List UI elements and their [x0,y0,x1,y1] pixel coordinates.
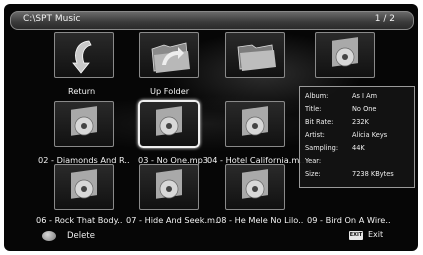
music-disc-icon [242,169,268,199]
title-bar: C:\SPT Music 1 / 2 [10,11,414,30]
title-value: No One [352,105,377,113]
page-indicator: 1 / 2 [374,14,395,24]
file-tile-04[interactable] [225,101,285,147]
return-label: Return [68,86,96,96]
music-disc-icon [71,106,97,136]
media-browser-screen: C:\SPT Music 1 / 2 Return Up Folder 02 -… [4,4,418,251]
folder-path: C:\SPT Music [23,14,81,24]
title-key: Title: [305,105,322,113]
track-info-panel: Album: As I Am Title: No One Bit Rate: 2… [299,86,415,188]
file-tile-07[interactable] [139,164,199,210]
file-tile-03-selected[interactable] [138,100,200,148]
exit-key-icon[interactable]: EXIT [349,231,363,240]
return-tile[interactable] [54,32,114,78]
folder-icon [237,44,276,71]
size-key: Size: [305,170,321,178]
artist-key: Artist: [305,131,325,139]
file-label-07: 07 - Hide And Seek.m.. [126,215,221,225]
file-label-08: 08 - He Mele No Lilo.. [216,215,304,225]
music-disc-icon [156,106,182,136]
file-label-06: 06 - Rock That Body.. [36,215,123,225]
delete-label: Delete [67,231,95,241]
disc-icon [332,37,358,67]
up-folder-icon [151,42,190,73]
file-tile-06[interactable] [54,164,114,210]
exit-label: Exit [368,230,384,239]
size-value: 7238 KBytes [352,170,394,178]
delete-button-icon[interactable] [42,231,56,241]
file-tile-02[interactable] [54,101,114,147]
return-arrow-icon [72,40,92,74]
up-folder-tile[interactable] [139,32,199,78]
file-label-09: 09 - Bird On A Wire.. [307,215,391,225]
bitrate-key: Bit Rate: [305,118,334,126]
year-key: Year: [305,157,322,165]
sampling-value: 44K [352,144,365,152]
file-tile-08[interactable] [225,164,285,210]
bitrate-value: 232K [352,118,369,126]
album-value: As I Am [352,92,378,100]
music-disc-icon [242,106,268,136]
folder-tile[interactable] [225,32,285,78]
music-disc-icon [156,169,182,199]
artist-value: Alicia Keys [352,131,388,139]
up-folder-label: Up Folder [150,86,190,96]
sampling-key: Sampling: [305,144,339,152]
album-key: Album: [305,92,329,100]
music-disc-icon [71,169,97,199]
disc-tile-top[interactable] [315,32,375,78]
